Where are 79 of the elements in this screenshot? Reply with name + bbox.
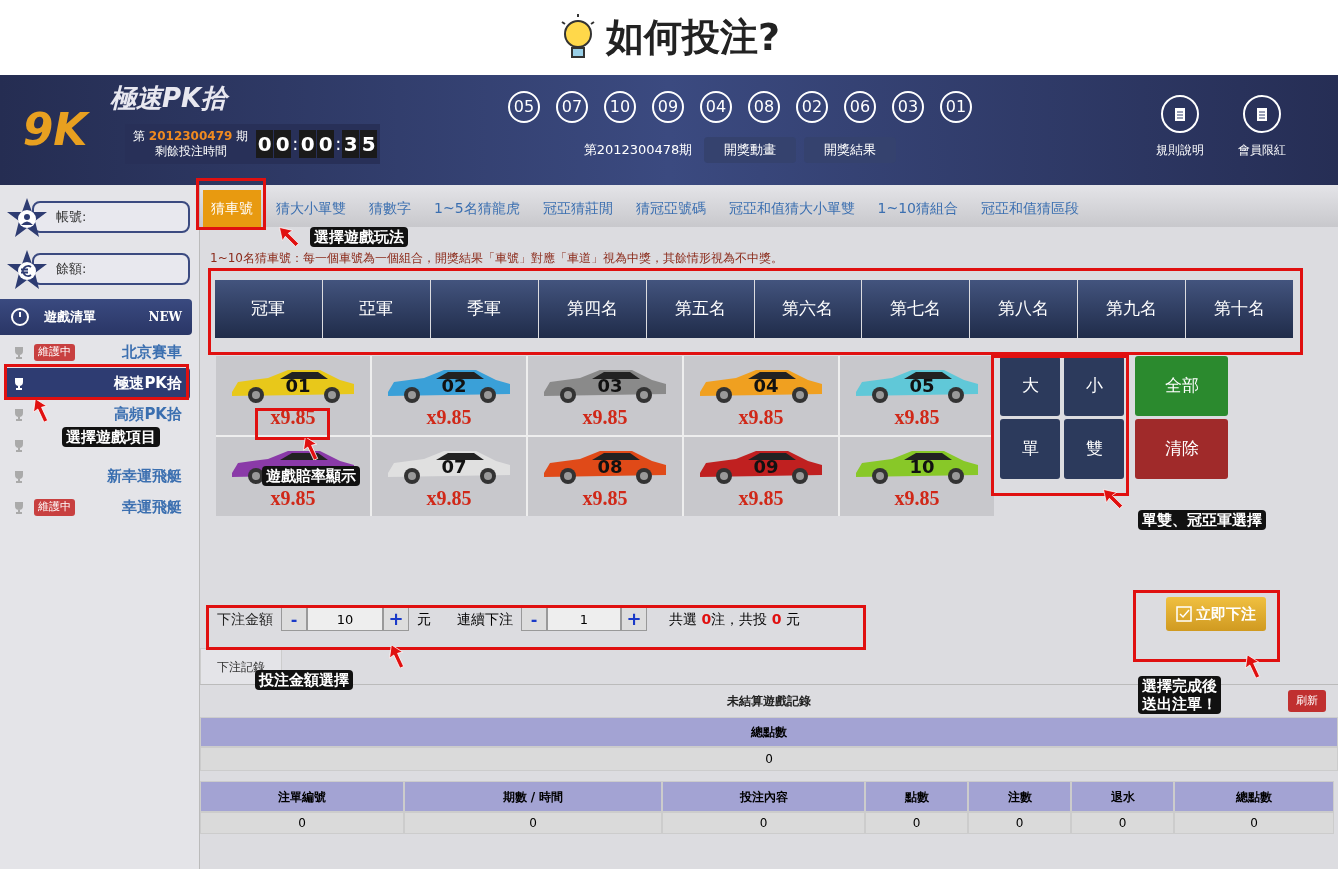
countdown-digit: 5 (360, 130, 378, 158)
draw-number: 03 (892, 91, 924, 123)
table-cell: 0 (662, 812, 865, 834)
annotation-text: 單雙、冠亞軍選擇 (1142, 511, 1262, 529)
draw-number: 02 (796, 91, 828, 123)
column-header: 投注內容 (662, 781, 865, 812)
draw-number: 09 (652, 91, 684, 123)
table-cell: 0 (200, 812, 404, 834)
logo: 9K (22, 103, 88, 157)
table-cell: 0 (968, 812, 1071, 834)
annotation-text: 遊戲賠率顯示 (266, 467, 356, 485)
odds: x9.85 (582, 406, 628, 428)
rule-description: 1~10名猜車號：每一個車號為一個組合，開獎結果「車號」對應「車道」視為中獎，其餘情形視為不中獎。 (210, 250, 784, 267)
countdown-digit: 0 (274, 130, 292, 158)
table-cell: 0 (1174, 812, 1334, 834)
annotation-text: 選擇完成後 (1142, 677, 1217, 695)
total-header: 總點數 (200, 717, 1338, 747)
bet-summary: 共選 0注，共投 0 元 (669, 609, 800, 629)
period-label: 第 2012300479 期 (133, 129, 249, 144)
game-name: 極速PK拾 (114, 373, 182, 395)
car-number: 05 (909, 375, 935, 396)
maintenance-badge: 維護中 (34, 344, 75, 361)
draw-number: 04 (700, 91, 732, 123)
draw-number: 08 (748, 91, 780, 123)
unit-label: 元 (417, 609, 431, 629)
countdown-digit: : (292, 132, 299, 156)
draw-number: 06 (844, 91, 876, 123)
table-cell: 0 (404, 812, 662, 834)
table-cell: 0 (1071, 812, 1174, 834)
countdown-digit: 0 (317, 130, 335, 158)
odds: x9.85 (582, 487, 628, 509)
odds: x9.85 (738, 487, 784, 509)
odds: x9.85 (738, 406, 784, 428)
game-name: 北京賽車 (122, 342, 182, 364)
draw-number: 10 (604, 91, 636, 123)
annotation-text: 選擇遊戲項目 (66, 428, 156, 446)
column-header: 退水 (1071, 781, 1174, 812)
odds: x9.85 (270, 487, 316, 509)
car-number: 09 (753, 456, 779, 477)
draw-number: 07 (556, 91, 588, 123)
last-period: 第2012300478期 (583, 141, 693, 160)
column-header: 注單編號 (200, 781, 404, 812)
car-number: 03 (597, 375, 623, 396)
repeat-label: 連續下注 (457, 609, 513, 629)
menu-title: 遊戲清單 (44, 308, 96, 327)
odds: x9.85 (426, 487, 472, 509)
column-header: 點數 (865, 781, 968, 812)
car-number: 07 (441, 456, 467, 477)
countdown-digit: 0 (299, 130, 317, 158)
draw-number: 05 (508, 91, 540, 123)
car-number: 10 (909, 456, 935, 477)
new-label: NEW (148, 309, 182, 326)
car-number: 04 (753, 375, 779, 396)
maintenance-badge: 維護中 (34, 499, 75, 516)
column-header: 注數 (968, 781, 1071, 812)
records-title: 未結算遊戲記錄 (727, 693, 811, 710)
amount-label: 下注金額 (217, 609, 273, 629)
annotation-text: 送出注單！ (1142, 695, 1217, 713)
column-header: 期數 / 時間 (404, 781, 662, 812)
countdown-label: 剩餘投注時間 (154, 144, 227, 159)
annotation-text: 選擇遊戲玩法 (314, 228, 404, 246)
countdown-digit: 3 (342, 130, 360, 158)
column-header: 總點數 (1174, 781, 1334, 812)
odds: x9.85 (426, 406, 472, 428)
car-number: 01 (285, 375, 311, 396)
odds: x9.85 (894, 487, 940, 509)
table-cell: 0 (865, 812, 968, 834)
car-number: 02 (441, 375, 467, 396)
game-name: 新幸運飛艇 (107, 466, 182, 488)
countdown-digit: : (335, 132, 342, 156)
total-value: 0 (200, 747, 1338, 771)
car-number: 08 (597, 456, 623, 477)
odds: x9.85 (894, 406, 940, 428)
game-title: 極速PK拾 (110, 82, 231, 115)
game-name: 幸運飛艇 (122, 497, 182, 519)
page-title: 如何投注? (605, 14, 780, 61)
draw-number: 01 (940, 91, 972, 123)
countdown-digit: 0 (256, 130, 274, 158)
game-name: 高頻PK拾 (114, 404, 182, 426)
